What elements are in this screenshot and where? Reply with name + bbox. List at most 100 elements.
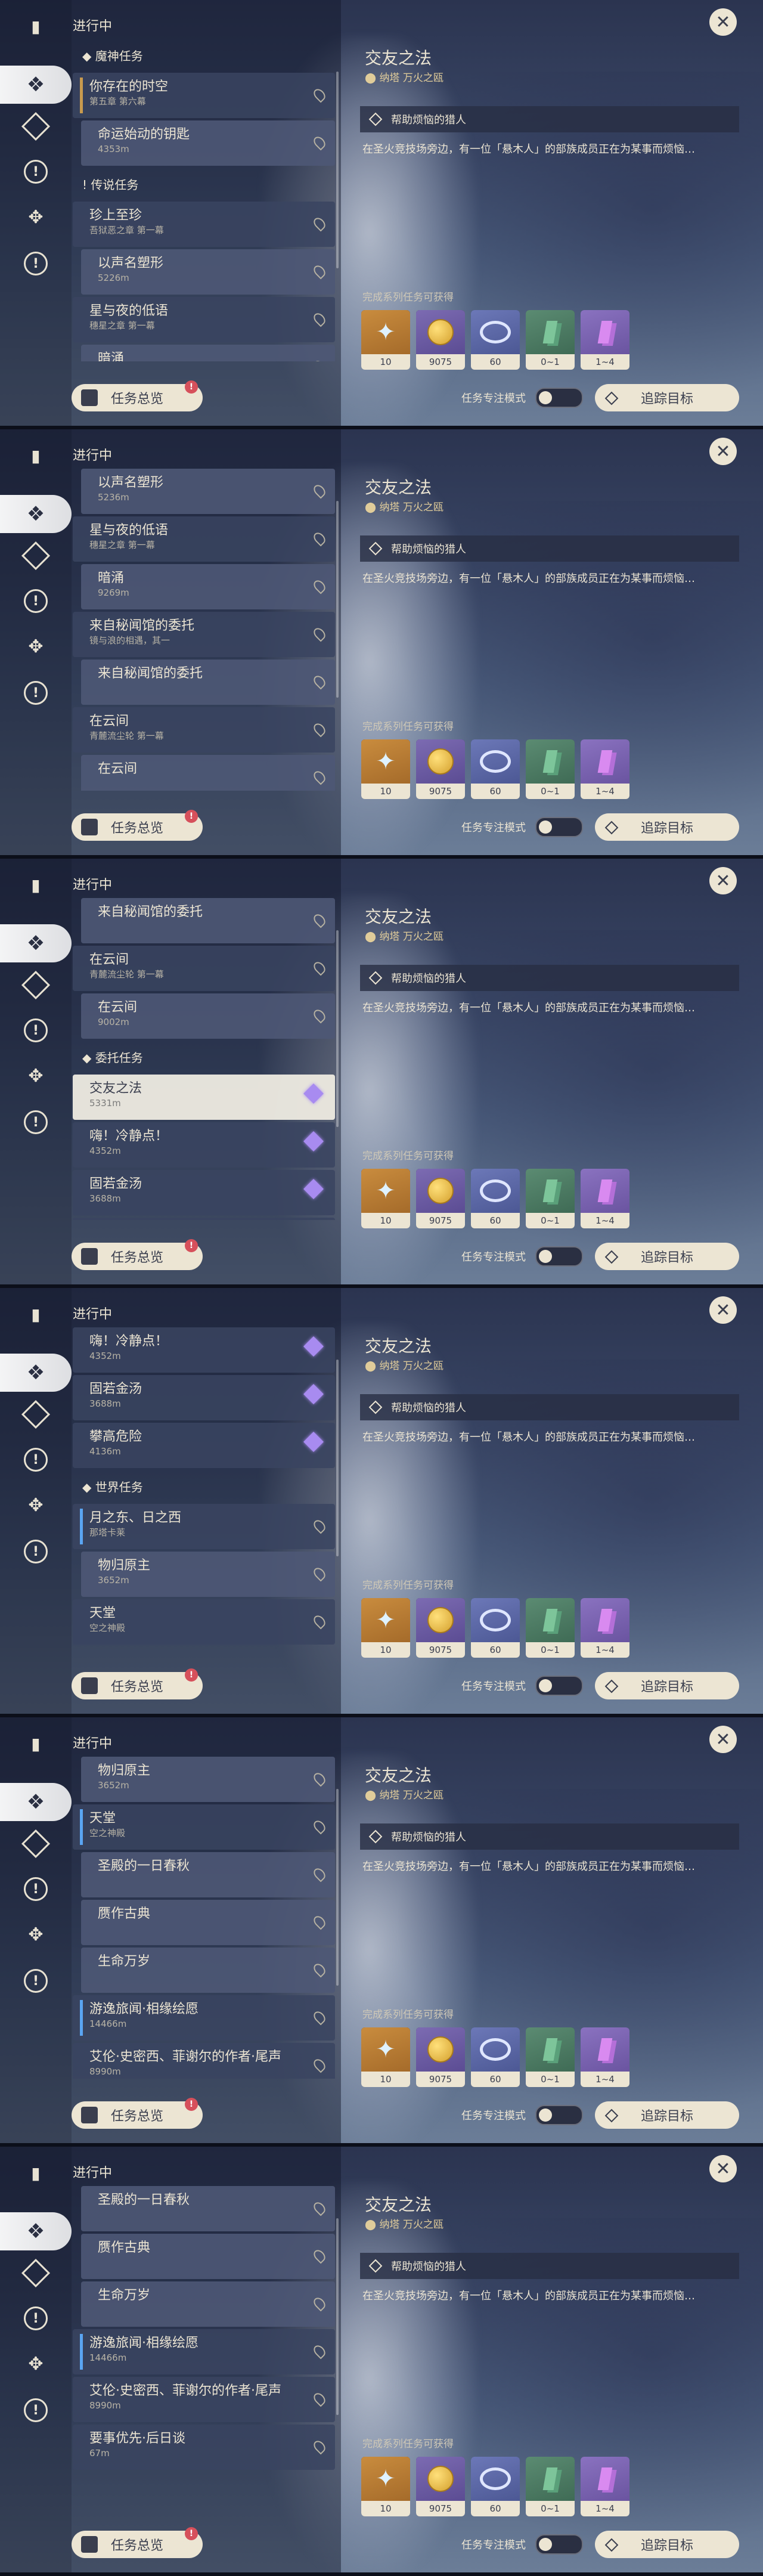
- focus-mode-toggle[interactable]: [535, 2534, 583, 2555]
- reward-item[interactable]: 0~1: [526, 2027, 575, 2087]
- quest-list-item[interactable]: 攀高危险 4136m: [73, 1423, 335, 1468]
- reward-item[interactable]: 9075: [416, 2027, 465, 2087]
- quest-list-item[interactable]: 物归原主 3652m: [81, 1757, 335, 1802]
- story-quest-tab[interactable]: !: [23, 1876, 49, 1902]
- quest-list-item[interactable]: 来自秘闻馆的委托: [81, 898, 335, 943]
- quest-list-item[interactable]: 在云间: [81, 755, 335, 791]
- close-button[interactable]: ✕: [709, 1726, 737, 1753]
- world-quest-tab[interactable]: !: [23, 1538, 49, 1565]
- all-quests-tab[interactable]: ❖: [0, 1783, 72, 1821]
- quest-list-item[interactable]: 暗涌: [81, 345, 335, 361]
- all-quests-tab[interactable]: ❖: [0, 2212, 72, 2250]
- reward-item[interactable]: 1~4: [581, 739, 629, 799]
- archon-quest-tab[interactable]: [21, 970, 51, 1000]
- track-target-button[interactable]: 追踪目标: [595, 2101, 739, 2129]
- world-quest-tab[interactable]: !: [23, 1968, 49, 1994]
- book-icon[interactable]: ▮: [23, 13, 49, 39]
- reward-item[interactable]: 60: [471, 1169, 520, 1228]
- close-button[interactable]: ✕: [709, 438, 737, 465]
- commission-quest-tab[interactable]: ✥: [23, 1063, 49, 1089]
- focus-mode-toggle[interactable]: [535, 388, 583, 408]
- quest-list-item[interactable]: 珍上至珍 吾狱恶之章 第一幕: [73, 202, 335, 247]
- world-quest-tab[interactable]: !: [23, 2397, 49, 2423]
- quest-list-item[interactable]: 生命万岁: [81, 2281, 335, 2327]
- quest-list-item[interactable]: 交友之法 5331m: [73, 1075, 335, 1120]
- all-quests-tab[interactable]: ❖: [0, 66, 72, 104]
- world-quest-tab[interactable]: !: [23, 680, 49, 706]
- reward-item[interactable]: 60: [471, 739, 520, 799]
- quest-list-item[interactable]: 圣殿的一日春秋: [81, 1852, 335, 1897]
- quest-list-item[interactable]: 赝作古典: [81, 2234, 335, 2279]
- reward-item[interactable]: 1~4: [581, 2027, 629, 2087]
- reward-item[interactable]: 0~1: [526, 2457, 575, 2516]
- quest-list-item[interactable]: 你存在的时空 第五章 第六幕: [73, 73, 335, 118]
- list-scrollbar[interactable]: [336, 2218, 339, 2415]
- book-icon[interactable]: ▮: [23, 872, 49, 898]
- quest-list-item[interactable]: 星与夜的低语 穗星之章 第一幕: [73, 297, 335, 342]
- archon-quest-tab[interactable]: [21, 2258, 51, 2288]
- all-quests-tab[interactable]: ❖: [0, 1354, 72, 1392]
- commission-quest-tab[interactable]: ✥: [23, 1921, 49, 1948]
- reward-item[interactable]: ✦ 10: [361, 2027, 410, 2087]
- track-target-button[interactable]: 追踪目标: [595, 1672, 739, 1699]
- quest-list-item[interactable]: 星与夜的低语 穗星之章 第一幕: [73, 516, 335, 562]
- reward-item[interactable]: ✦ 10: [361, 739, 410, 799]
- quest-list-item[interactable]: 固若金汤 3688m: [73, 1170, 335, 1215]
- focus-mode-toggle[interactable]: [535, 817, 583, 837]
- reward-item[interactable]: 0~1: [526, 739, 575, 799]
- quest-list-item[interactable]: 暗涌 9269m: [81, 564, 335, 609]
- reward-item[interactable]: 9075: [416, 310, 465, 370]
- quest-list-item[interactable]: 命运始动的钥匙 4353m: [81, 120, 335, 166]
- book-icon[interactable]: ▮: [23, 442, 49, 469]
- track-target-button[interactable]: 追踪目标: [595, 2531, 739, 2558]
- quest-list[interactable]: 来自秘闻馆的委托 在云间 青麓流尘轮 第一幕 在云间 9002m ◆ 委托任务 交友之法 53…: [73, 898, 335, 1220]
- reward-item[interactable]: 9075: [416, 1169, 465, 1228]
- reward-item[interactable]: 1~4: [581, 1598, 629, 1658]
- close-button[interactable]: ✕: [709, 867, 737, 894]
- focus-mode-toggle[interactable]: [535, 1676, 583, 1696]
- quest-list-item[interactable]: 在云间 青麓流尘轮 第一幕: [73, 946, 335, 991]
- track-target-button[interactable]: 追踪目标: [595, 1243, 739, 1270]
- commission-quest-tab[interactable]: ✥: [23, 1492, 49, 1518]
- book-icon[interactable]: ▮: [23, 1730, 49, 1757]
- quest-list-item[interactable]: 攀高危险: [73, 1218, 335, 1220]
- reward-item[interactable]: 9075: [416, 1598, 465, 1658]
- quest-list-item[interactable]: 赝作古典: [81, 1900, 335, 1945]
- quest-list[interactable]: 以声名塑形 5236m 星与夜的低语 穗星之章 第一幕 暗涌 9269m 来自秘闻馆的委托镜…: [73, 469, 335, 791]
- quest-overview-button[interactable]: 任务总览 !: [72, 2527, 203, 2558]
- quest-list-item[interactable]: 艾伦·史密西、菲谢尔的作者·尾声 8990m: [73, 2377, 335, 2422]
- archon-quest-tab[interactable]: [21, 541, 51, 571]
- quest-list-item[interactable]: 以声名塑形 5236m: [81, 469, 335, 514]
- reward-item[interactable]: ✦ 10: [361, 1169, 410, 1228]
- quest-list-item[interactable]: 游逸旅闻·相缘绘愿 14466m: [73, 1995, 335, 2041]
- quest-list-item[interactable]: 天堂 空之神殿: [73, 1599, 335, 1645]
- reward-item[interactable]: 0~1: [526, 1598, 575, 1658]
- quest-list-item[interactable]: 嗨！冷静点！ 4352m: [73, 1327, 335, 1373]
- quest-list-item[interactable]: 嗨！冷静点！ 4352m: [73, 1122, 335, 1168]
- reward-item[interactable]: 1~4: [581, 1169, 629, 1228]
- reward-item[interactable]: 60: [471, 310, 520, 370]
- list-scrollbar[interactable]: [336, 501, 339, 698]
- reward-item[interactable]: 60: [471, 1598, 520, 1658]
- close-button[interactable]: ✕: [709, 1296, 737, 1324]
- archon-quest-tab[interactable]: [21, 1400, 51, 1429]
- reward-item[interactable]: 0~1: [526, 310, 575, 370]
- quest-overview-button[interactable]: 任务总览 !: [72, 810, 203, 841]
- world-quest-tab[interactable]: !: [23, 1109, 49, 1135]
- commission-quest-tab[interactable]: ✥: [23, 204, 49, 230]
- track-target-button[interactable]: 追踪目标: [595, 384, 739, 411]
- quest-list-item[interactable]: 来自秘闻馆的委托: [81, 660, 335, 705]
- quest-list[interactable]: 嗨！冷静点！ 4352m 固若金汤 3688m 攀高危险 4136m ◆ 世界任务 月之东、日…: [73, 1327, 335, 1649]
- list-scrollbar[interactable]: [336, 1360, 339, 1556]
- world-quest-tab[interactable]: !: [23, 250, 49, 277]
- reward-item[interactable]: 60: [471, 2027, 520, 2087]
- story-quest-tab[interactable]: !: [23, 1447, 49, 1473]
- quest-list-item[interactable]: 圣殿的一日春秋: [81, 2186, 335, 2231]
- focus-mode-toggle[interactable]: [535, 1246, 583, 1267]
- reward-item[interactable]: 60: [471, 2457, 520, 2516]
- reward-item[interactable]: ✦ 10: [361, 2457, 410, 2516]
- list-scrollbar[interactable]: [336, 72, 339, 268]
- quest-list-item[interactable]: 来自秘闻馆的委托 镜与浪的相遇，其一: [73, 612, 335, 657]
- quest-list-item[interactable]: 天堂 空之神殿: [73, 1804, 335, 1850]
- reward-item[interactable]: 9075: [416, 739, 465, 799]
